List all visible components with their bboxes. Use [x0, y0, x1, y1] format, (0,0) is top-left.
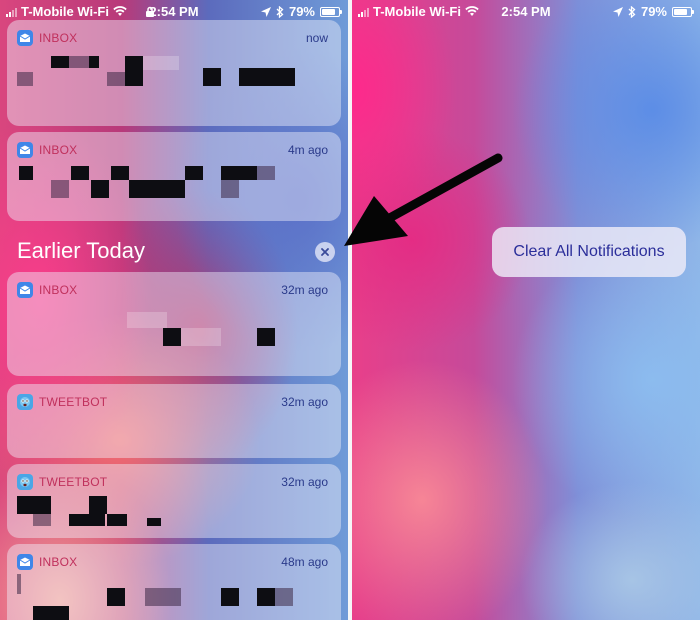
battery-percent: 79% [640, 4, 667, 19]
bluetooth-icon [628, 5, 636, 18]
close-icon [321, 248, 329, 256]
inbox-app-icon [17, 282, 33, 298]
notification-card[interactable]: INBOX 32m ago [7, 272, 341, 376]
notification-card[interactable]: INBOX 48m ago [7, 544, 341, 620]
battery-icon [320, 6, 342, 17]
clear-all-notifications-button[interactable]: Clear All Notifications [492, 227, 686, 277]
notification-card[interactable]: TWEETBOT 32m ago [7, 384, 341, 458]
status-right: 79% [260, 4, 342, 19]
tweetbot-app-icon [17, 474, 33, 490]
timestamp: 48m ago [281, 555, 328, 569]
right-screen: T-Mobile Wi-Fi 2:54 PM 79% [352, 0, 700, 620]
tweetbot-app-icon [17, 394, 33, 410]
section-title: Earlier Today [17, 238, 145, 263]
location-icon [612, 6, 623, 17]
battery-icon [672, 6, 694, 17]
inbox-app-icon [17, 30, 33, 46]
location-icon [260, 6, 271, 17]
status-bar: T-Mobile Wi-Fi 2:54 PM 79% [352, 0, 700, 22]
app-name: INBOX [39, 555, 78, 569]
timestamp: 32m ago [281, 395, 328, 409]
app-name: INBOX [39, 283, 78, 297]
inbox-app-icon [17, 554, 33, 570]
left-screen: T-Mobile Wi-Fi 2:54 PM 79% INBOX now INB… [0, 0, 348, 620]
app-name: INBOX [39, 31, 78, 45]
app-name: TWEETBOT [39, 475, 108, 489]
notification-card[interactable]: INBOX now [7, 20, 341, 126]
notification-card[interactable]: TWEETBOT 32m ago [7, 464, 341, 538]
clear-section-button[interactable] [315, 242, 335, 262]
timestamp: 4m ago [287, 143, 328, 157]
app-name: INBOX [39, 143, 78, 157]
notification-card[interactable]: INBOX 4m ago [7, 132, 341, 221]
status-bar: T-Mobile Wi-Fi 2:54 PM 79% [0, 0, 348, 22]
timestamp: 32m ago [281, 475, 328, 489]
timestamp: 32m ago [281, 283, 328, 297]
app-name: TWEETBOT [39, 395, 108, 409]
bluetooth-icon [276, 5, 284, 18]
battery-percent: 79% [288, 4, 315, 19]
status-right: 79% [612, 4, 694, 19]
timestamp: now [305, 31, 328, 45]
inbox-app-icon [17, 142, 33, 158]
